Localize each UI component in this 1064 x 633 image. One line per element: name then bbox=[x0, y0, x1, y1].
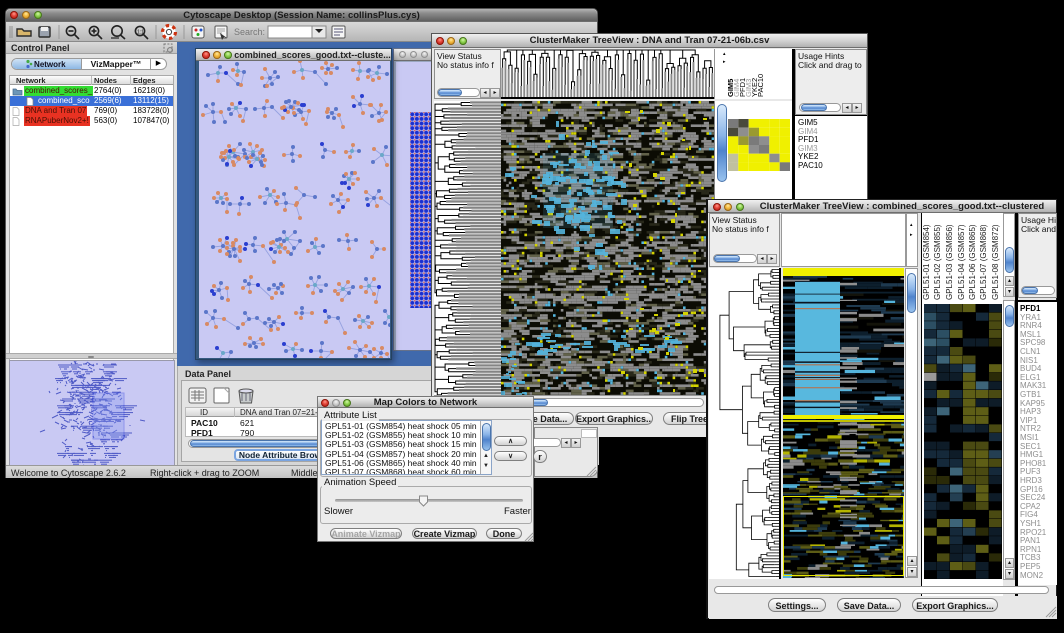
svg-text:1:1: 1:1 bbox=[137, 30, 144, 36]
svg-text:Search:: Search: bbox=[234, 27, 265, 37]
